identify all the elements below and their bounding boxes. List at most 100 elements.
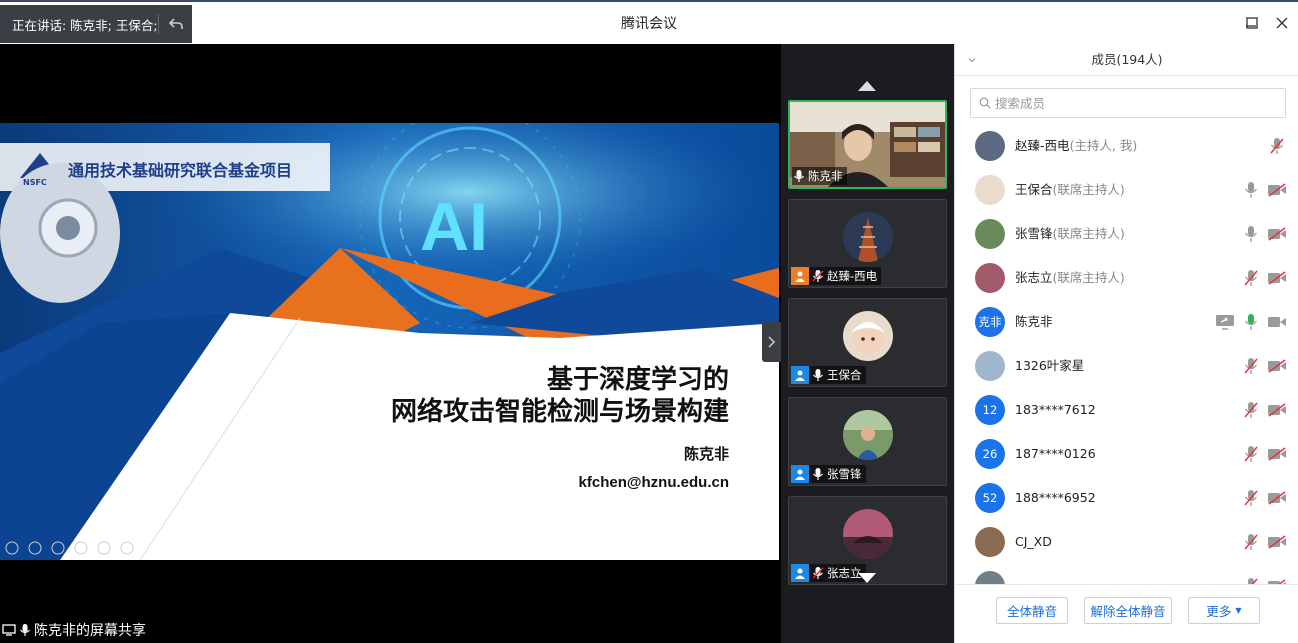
avatar: 12 bbox=[975, 395, 1005, 425]
member-name-line: 188****6952 bbox=[1015, 476, 1096, 520]
video-tile[interactable]: 王保合 bbox=[788, 298, 947, 387]
mic-muted-icon[interactable] bbox=[1267, 137, 1287, 155]
cam-off-icon[interactable] bbox=[1267, 401, 1287, 419]
mic-muted-icon[interactable] bbox=[1241, 489, 1261, 507]
video-tile-name: 赵臻-西电 bbox=[827, 269, 878, 283]
member-row[interactable]: 52 188****6952 bbox=[955, 476, 1298, 520]
member-status-icons bbox=[1241, 225, 1287, 243]
search-icon bbox=[979, 97, 991, 109]
avatar: 克非 bbox=[975, 307, 1005, 337]
mic-icon[interactable] bbox=[1241, 181, 1261, 199]
member-name: 183****7612 bbox=[1015, 402, 1096, 417]
cam-off-icon[interactable] bbox=[1267, 533, 1287, 551]
member-row[interactable]: 12 183****7612 bbox=[955, 388, 1298, 432]
member-row[interactable]: 1326叶家星 bbox=[955, 344, 1298, 388]
member-row[interactable]: 26 187****0126 bbox=[955, 432, 1298, 476]
user-icon bbox=[791, 564, 809, 582]
user-icon bbox=[791, 465, 809, 483]
cam-off-icon[interactable] bbox=[1267, 181, 1287, 199]
mic-muted-icon[interactable] bbox=[1241, 533, 1261, 551]
slide-background bbox=[0, 123, 779, 560]
cam-off-icon[interactable] bbox=[1267, 269, 1287, 287]
cam-off-icon[interactable] bbox=[1267, 489, 1287, 507]
member-row[interactable] bbox=[955, 564, 1298, 584]
mic-muted-icon[interactable] bbox=[1241, 357, 1261, 375]
mic-muted-icon[interactable] bbox=[1241, 577, 1261, 584]
mic-icon bbox=[794, 170, 804, 182]
cam-off-icon[interactable] bbox=[1267, 445, 1287, 463]
mic-icon bbox=[813, 468, 823, 480]
member-status-icons bbox=[1241, 577, 1287, 584]
avatar bbox=[843, 509, 893, 559]
close-icon[interactable] bbox=[1273, 14, 1291, 32]
member-search-box bbox=[970, 88, 1286, 118]
video-tile-label: 赵臻-西电 bbox=[791, 267, 882, 285]
member-name: 王保合 bbox=[1015, 182, 1053, 197]
avatar bbox=[975, 351, 1005, 381]
video-tile[interactable]: 陈克非 bbox=[788, 100, 947, 189]
mic-muted-icon[interactable] bbox=[1241, 269, 1261, 287]
host-user-icon bbox=[791, 267, 809, 285]
member-status-icons bbox=[1241, 489, 1287, 507]
video-tile[interactable]: 张雪锋 bbox=[788, 397, 947, 486]
screen-share-icon[interactable] bbox=[1215, 313, 1235, 331]
member-status-icons bbox=[1241, 533, 1287, 551]
member-role: (联席主持人) bbox=[1052, 226, 1125, 241]
screen-share-icon bbox=[2, 624, 16, 636]
member-name-line: 王保合(联席主持人) bbox=[1015, 168, 1125, 212]
member-status-icons bbox=[1241, 269, 1287, 287]
member-name-line: 赵臻-西电(主持人, 我) bbox=[1015, 124, 1137, 168]
member-row[interactable]: 王保合(联席主持人) bbox=[955, 168, 1298, 212]
cam-off-icon[interactable] bbox=[1267, 357, 1287, 375]
members-panel-title: 成员(194人) bbox=[1091, 52, 1163, 67]
cam-off-icon[interactable] bbox=[1267, 577, 1287, 584]
member-search-input[interactable] bbox=[995, 95, 1275, 111]
avatar: 26 bbox=[975, 439, 1005, 469]
cam-icon[interactable] bbox=[1267, 313, 1287, 331]
member-row[interactable]: 克非 陈克非 bbox=[955, 300, 1298, 344]
video-thumbnail-column: 陈克非 赵臻-西电 王保合 张雪锋 张志立 bbox=[781, 44, 954, 643]
member-status-icons bbox=[1267, 137, 1287, 155]
video-tile[interactable]: 张志立 bbox=[788, 496, 947, 585]
scroll-up-arrow-icon[interactable] bbox=[858, 81, 876, 91]
scroll-down-arrow-icon[interactable] bbox=[858, 573, 876, 583]
slide-org-title: 通用技术基础研究联合基金项目 bbox=[68, 161, 293, 180]
members-panel: 成员(194人) 赵臻-西电(主持人, 我)王保合(联席主持人)张雪锋(联席主持… bbox=[954, 44, 1298, 643]
member-status-icons bbox=[1241, 181, 1287, 199]
collapse-video-tab[interactable] bbox=[762, 322, 781, 362]
slide-title-line2: 网络攻击智能检测与场景构建 bbox=[390, 397, 729, 427]
mic-active-icon[interactable] bbox=[1241, 313, 1261, 331]
member-row[interactable]: 张雪锋(联席主持人) bbox=[955, 212, 1298, 256]
member-name: CJ_XD bbox=[1015, 534, 1052, 549]
cam-off-icon[interactable] bbox=[1267, 225, 1287, 243]
mic-icon[interactable] bbox=[1241, 225, 1261, 243]
member-name: 张雪锋 bbox=[1015, 226, 1053, 241]
video-tile-label: 王保合 bbox=[791, 366, 866, 384]
avatar bbox=[843, 410, 893, 460]
member-name: 张志立 bbox=[1015, 270, 1053, 285]
video-tile-name: 王保合 bbox=[827, 368, 862, 382]
mic-muted-icon[interactable] bbox=[1241, 445, 1261, 463]
member-name-line: 张志立(联席主持人) bbox=[1015, 256, 1125, 300]
member-row[interactable]: 赵臻-西电(主持人, 我) bbox=[955, 124, 1298, 168]
video-tile[interactable]: 赵臻-西电 bbox=[788, 199, 947, 288]
speaking-label: 正在讲话: 陈克非; 王保合; bbox=[12, 17, 158, 33]
maximize-icon[interactable] bbox=[1243, 14, 1261, 32]
mute-all-button[interactable]: 全体静音 bbox=[996, 597, 1068, 624]
slide-ai-text: AI bbox=[420, 189, 488, 265]
member-name-line: CJ_XD bbox=[1015, 520, 1052, 564]
member-row[interactable]: 张志立(联席主持人) bbox=[955, 256, 1298, 300]
more-button[interactable]: 更多 ▼ bbox=[1188, 597, 1260, 624]
member-list: 赵臻-西电(主持人, 我) 王保合(联席主持人) 张雪锋(联席主持人) 张志立(联席主… bbox=[955, 124, 1298, 584]
more-label: 更多 bbox=[1206, 604, 1232, 619]
mic-muted-icon[interactable] bbox=[1241, 401, 1261, 419]
speaking-indicator: 正在讲话: 陈克非; 王保合; bbox=[0, 5, 192, 43]
member-row[interactable]: CJ_XD bbox=[955, 520, 1298, 564]
reply-icon[interactable] bbox=[168, 16, 184, 32]
video-tile-name: 张志立 bbox=[827, 566, 862, 580]
unmute-all-button[interactable]: 解除全体静音 bbox=[1084, 597, 1172, 624]
slide-logo-text: NSFC bbox=[23, 178, 47, 187]
member-name-line: 陈克非 bbox=[1015, 300, 1053, 344]
avatar bbox=[975, 571, 1005, 584]
avatar bbox=[975, 263, 1005, 293]
